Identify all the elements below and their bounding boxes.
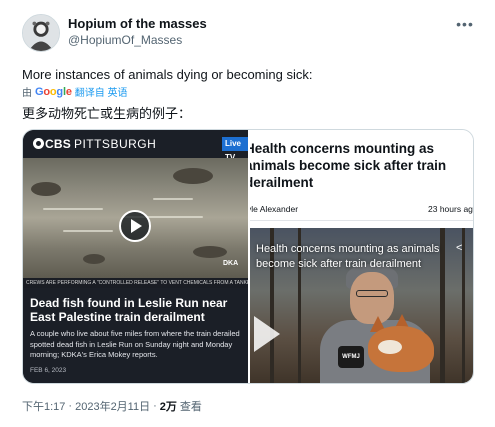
media-card-right[interactable]: Health concerns mounting as animals beco… — [250, 130, 473, 383]
cbs-header: CBS PITTSBURGH — [23, 130, 248, 158]
divider — [250, 220, 473, 221]
translate-prefix: 由 — [22, 88, 32, 99]
share-icon[interactable]: < — [456, 242, 462, 254]
article-time: 23 hours ag — [428, 204, 473, 214]
media-card-left[interactable]: CBSPITTSBURGH Live TV DKA CREWS ARE PERF… — [23, 130, 248, 383]
translate-link[interactable]: 翻译自 英语 — [75, 84, 128, 99]
video-caption: Health concerns mounting as animals beco… — [256, 243, 440, 270]
translate-attribution: 由 Google 翻译自 英语 — [22, 84, 128, 100]
article-byline: yle Alexander — [250, 204, 299, 214]
card-left-date: FEB 6, 2023 — [30, 366, 67, 374]
card-left-headline: Dead fish found in Leslie Run near East … — [30, 296, 228, 324]
card-right-headline: Health concerns mounting as animals beco… — [250, 141, 447, 190]
avatar[interactable] — [22, 14, 60, 52]
tweet-time[interactable]: 下午1:17 — [22, 398, 65, 414]
author-name[interactable]: Hopium of the masses — [68, 16, 207, 31]
play-button[interactable] — [119, 210, 151, 242]
separator: · — [68, 400, 73, 412]
media-grid: CBSPITTSBURGH Live TV DKA CREWS ARE PERF… — [22, 129, 474, 384]
more-horizontal-icon[interactable]: ••• — [456, 15, 474, 33]
news-ticker: CREWS ARE PERFORMING A "CONTROLLED RELEA… — [23, 278, 248, 288]
tweet-timestamp: 下午1:17 · 2023年2月11日 · 2万 查看 — [22, 398, 202, 414]
separator: · — [153, 400, 157, 412]
author-handle[interactable]: @HopiumOf_Masses — [68, 33, 182, 47]
video-thumbnail[interactable]: WFMJ Health concerns mounting as animals… — [250, 228, 473, 383]
play-icon[interactable] — [254, 316, 280, 352]
tweet-text: More instances of animals dying or becom… — [22, 67, 313, 82]
card-left-description: A couple who live about five miles from … — [30, 329, 240, 359]
translated-text: 更多动物死亡或生病的例子： — [22, 106, 192, 121]
live-tv-tag[interactable]: Live TV — [222, 137, 248, 162]
cbs-logo: CBS PITTSBURGH — [33, 137, 156, 151]
google-logo: Google — [35, 85, 72, 98]
play-icon — [131, 219, 142, 233]
card-left-body: Dead fish found in Leslie Run near East … — [23, 288, 248, 383]
cbs-city: PITTSBURGH — [73, 137, 157, 151]
tweet-date[interactable]: 2023年2月11日 — [75, 398, 150, 414]
microphone-icon: WFMJ — [338, 346, 364, 368]
views-label: 查看 — [179, 401, 202, 413]
station-badge: DKA — [223, 260, 239, 267]
tweet: Hopium of the masses @HopiumOf_Masses ••… — [0, 0, 495, 427]
views-count[interactable]: 2万 — [160, 398, 177, 414]
